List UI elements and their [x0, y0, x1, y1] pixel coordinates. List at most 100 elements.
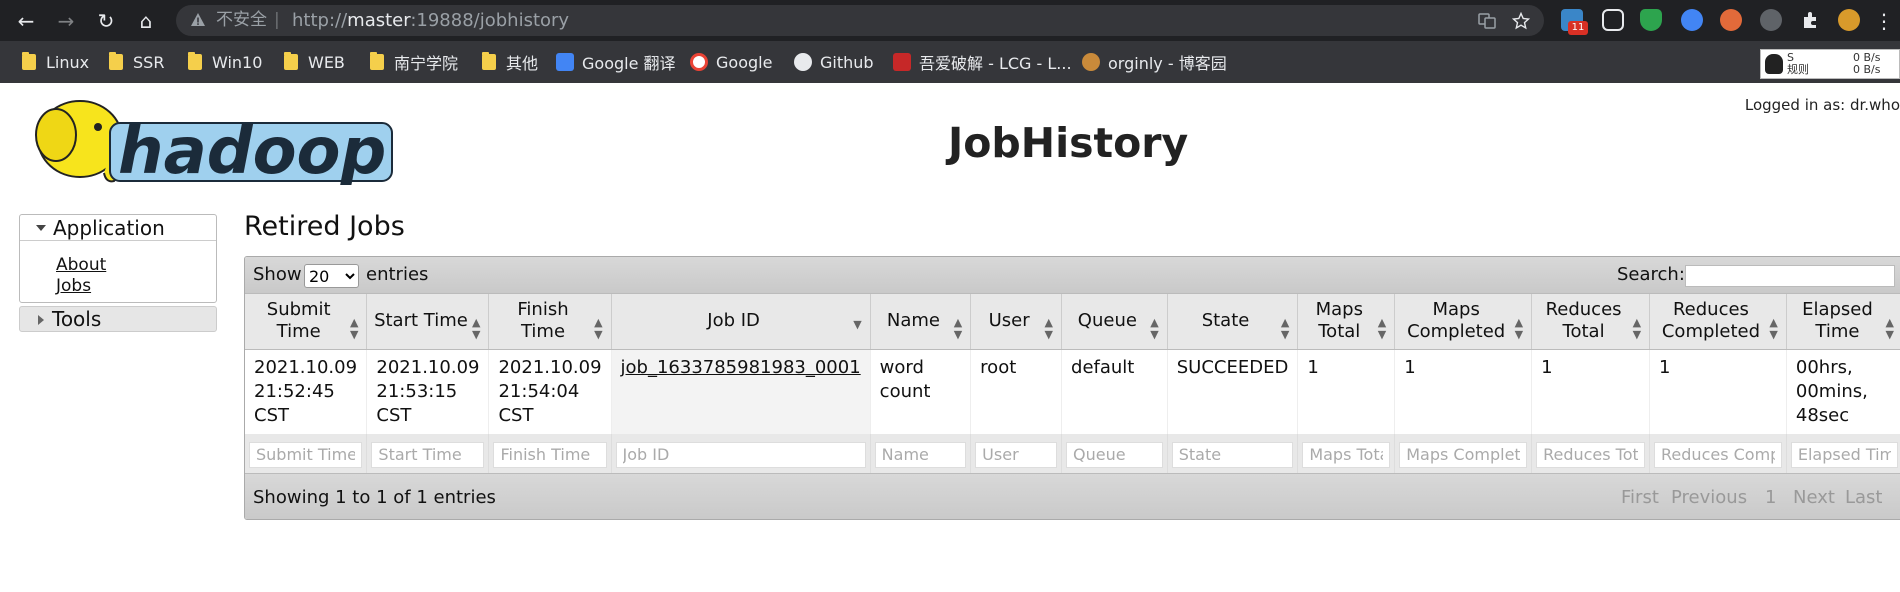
- cell-queue: default: [1061, 349, 1168, 434]
- bookmark-label: orginly - 博客园: [1108, 54, 1227, 73]
- sort-both-icon: ▲ ▼: [1885, 315, 1894, 341]
- filter-queue[interactable]: [1066, 441, 1163, 468]
- pager-page-1[interactable]: 1: [1765, 487, 1776, 508]
- col-reduces-completed[interactable]: Reduces Completed ▲ ▼: [1649, 294, 1787, 350]
- col-submit-time[interactable]: Submit Time ▲ ▼: [245, 294, 368, 350]
- filter-submit-time[interactable]: [249, 441, 363, 468]
- col-finish-time[interactable]: Finish Time ▲ ▼: [488, 294, 612, 350]
- profile-avatar[interactable]: [1838, 9, 1860, 31]
- folder-icon: [188, 52, 202, 70]
- url-text[interactable]: http://master:19888/jobhistory: [292, 11, 569, 30]
- bookmark-linux[interactable]: Linux: [22, 51, 89, 73]
- extensions-puzzle-icon[interactable]: [1800, 9, 1822, 31]
- forward-arrow-icon[interactable]: →: [54, 9, 78, 33]
- filter-start-time[interactable]: [371, 441, 485, 468]
- entries-label: entries: [366, 264, 429, 285]
- col-queue[interactable]: Queue ▲ ▼: [1061, 294, 1168, 350]
- sidebar-application-header[interactable]: Application: [20, 215, 216, 241]
- section-title: Retired Jobs: [244, 211, 405, 242]
- extension-owl-icon[interactable]: [1602, 9, 1624, 31]
- search-input[interactable]: [1685, 265, 1895, 287]
- folder-icon: [109, 52, 123, 70]
- bookmarks-bar: Linux SSR Win10 WEB 南宁学院 其他 Google 翻译 Go…: [0, 41, 1900, 83]
- sidebar-tools-header[interactable]: Tools: [19, 306, 217, 332]
- sidebar-link-about[interactable]: About: [56, 255, 106, 275]
- bookmark-ssr[interactable]: SSR: [109, 51, 164, 73]
- cell-text: CST: [254, 404, 289, 426]
- header-text: Maps: [1315, 299, 1363, 321]
- filter-user[interactable]: [975, 441, 1058, 468]
- reload-icon[interactable]: ↻: [94, 9, 118, 33]
- cell-text: 2021.10.09: [254, 356, 358, 378]
- bookmark-github[interactable]: Github: [794, 51, 874, 73]
- url-path: :19888/jobhistory: [410, 10, 570, 31]
- extension-shield-icon[interactable]: [1640, 9, 1662, 31]
- filter-reduces-completed[interactable]: [1654, 441, 1782, 468]
- bookmark-google-translate[interactable]: Google 翻译: [556, 51, 676, 73]
- filter-finish-time[interactable]: [493, 441, 607, 468]
- header-text: Name: [886, 310, 940, 332]
- pager-last[interactable]: Last: [1845, 487, 1883, 508]
- menu-dots-icon[interactable]: ⋮: [1874, 9, 1894, 33]
- sort-both-icon: ▲ ▼: [472, 315, 481, 341]
- filter-cell: [1167, 433, 1299, 478]
- bookmark-label: Google 翻译: [582, 54, 676, 73]
- bookmark-google[interactable]: Google: [690, 51, 772, 73]
- expand-triangle-icon: [36, 225, 46, 231]
- col-elapsed-time[interactable]: Elapsed Time ▲ ▼: [1786, 294, 1900, 350]
- cell-text: 2021.10.09: [376, 356, 480, 378]
- filter-name[interactable]: [874, 441, 967, 468]
- header-text: Elapsed: [1802, 299, 1873, 321]
- filter-elapsed-time[interactable]: [1790, 441, 1898, 468]
- filter-maps-total[interactable]: [1302, 441, 1391, 468]
- bookmark-52pojie[interactable]: 吾爱破解 - LCG - L...: [893, 51, 1072, 73]
- filter-reduces-total[interactable]: [1536, 441, 1646, 468]
- bookmark-nanning[interactable]: 南宁学院: [370, 51, 458, 73]
- cell-text: 21:54:04: [498, 380, 580, 402]
- datatable-footer: Showing 1 to 1 of 1 entries First Previo…: [245, 473, 1900, 519]
- address-separator: |: [274, 10, 280, 30]
- sidebar-application-label: Application: [53, 216, 165, 240]
- sidebar-link-jobs[interactable]: Jobs: [56, 276, 91, 296]
- pager-next[interactable]: Next: [1793, 487, 1835, 508]
- filter-cell: [1786, 433, 1900, 478]
- col-reduces-total[interactable]: Reduces Total ▲ ▼: [1531, 294, 1651, 350]
- extension-gear-icon[interactable]: [1760, 9, 1782, 31]
- bookmark-label: WEB: [308, 52, 345, 72]
- bookmark-label: SSR: [133, 52, 165, 72]
- translate-icon[interactable]: [1478, 12, 1496, 30]
- bookmark-web[interactable]: WEB: [284, 51, 345, 73]
- filter-job-id[interactable]: [615, 441, 866, 468]
- col-start-time[interactable]: Start Time ▲ ▼: [366, 294, 490, 350]
- folder-icon: [284, 52, 298, 70]
- filter-cell: [1061, 433, 1168, 478]
- page-size-select[interactable]: 20: [304, 264, 359, 288]
- bookmark-star-icon[interactable]: [1512, 12, 1530, 30]
- bookmark-win10[interactable]: Win10: [188, 51, 262, 73]
- col-maps-total[interactable]: Maps Total ▲ ▼: [1297, 294, 1396, 350]
- bookmark-other[interactable]: 其他: [482, 51, 538, 73]
- back-arrow-icon[interactable]: ←: [14, 9, 38, 33]
- home-icon[interactable]: ⌂: [134, 9, 158, 33]
- filter-state[interactable]: [1171, 441, 1294, 468]
- datatable-controls: Show 20 entries Search:: [245, 257, 1900, 294]
- pager-previous[interactable]: Previous: [1671, 487, 1747, 508]
- job-id-link[interactable]: job_1633785981983_0001: [621, 357, 861, 378]
- cell-maps-total: 1: [1297, 349, 1396, 434]
- bookmark-cnblogs[interactable]: orginly - 博客园: [1082, 51, 1227, 73]
- sidebar-tools-label: Tools: [52, 307, 102, 331]
- search-label: Search:: [1617, 264, 1685, 285]
- extension-firefox-icon[interactable]: [1681, 9, 1703, 31]
- col-job-id[interactable]: Job ID ▼: [611, 294, 871, 350]
- cell-text: CST: [498, 404, 534, 426]
- sort-both-icon: ▲ ▼: [953, 315, 963, 341]
- filter-maps-completed[interactable]: [1399, 441, 1528, 468]
- col-state[interactable]: State ▲ ▼: [1167, 294, 1299, 350]
- col-maps-completed[interactable]: Maps Completed ▲ ▼: [1394, 294, 1533, 350]
- col-name[interactable]: Name ▲ ▼: [870, 294, 972, 350]
- address-bar[interactable]: 不安全 | http://master:19888/jobhistory: [176, 5, 1544, 36]
- extension-face-icon[interactable]: [1720, 9, 1742, 31]
- col-user[interactable]: User ▲ ▼: [970, 294, 1063, 350]
- sidebar-application-panel: Application About Jobs: [19, 214, 217, 303]
- pager-first[interactable]: First: [1621, 487, 1659, 508]
